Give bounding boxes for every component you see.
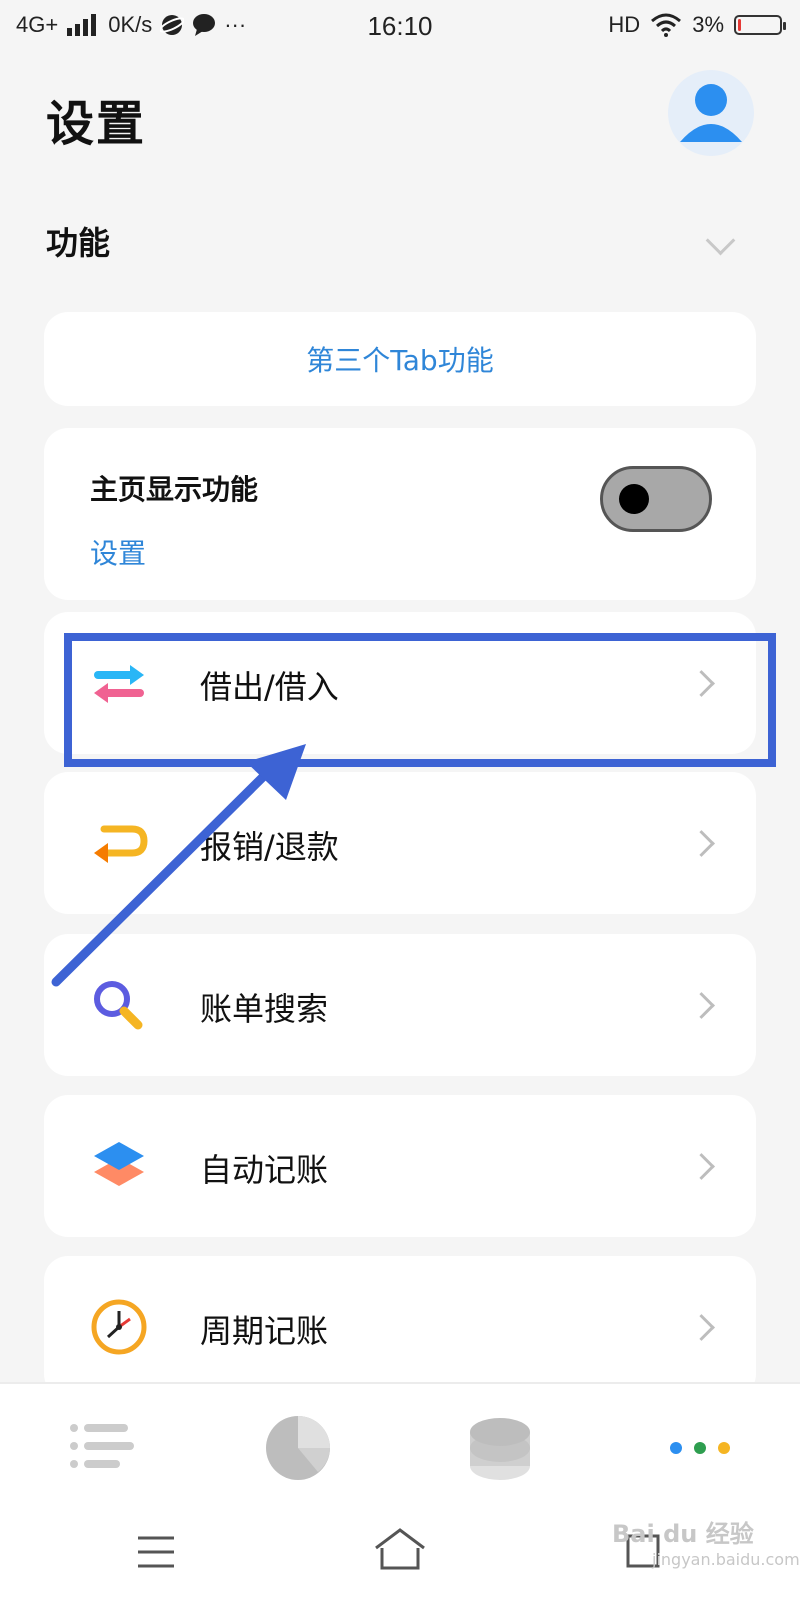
list-item-recurring-bookkeeping[interactable]: 周期记账 (44, 1256, 756, 1398)
watermark-brand: Bai du 经验 (612, 1514, 754, 1549)
chevron-right-icon (688, 1153, 715, 1180)
watermark-brand-text: Bai du (612, 1520, 698, 1548)
layers-icon (94, 1142, 144, 1186)
home-icon[interactable] (370, 1522, 430, 1582)
menu-icon[interactable] (126, 1522, 186, 1582)
list-item-label: 自动记账 (200, 1151, 329, 1189)
watermark: Bai du 经验 jingyan.baidu.com (612, 1510, 800, 1590)
watermark-url: jingyan.baidu.com (652, 1550, 800, 1569)
watermark-suffix-text: 经验 (705, 1520, 754, 1548)
nav-divider (0, 1382, 800, 1384)
chevron-right-icon (688, 1314, 715, 1341)
coins-icon[interactable] (460, 1408, 540, 1488)
clock-icon (91, 1299, 147, 1355)
annotation-arrow (51, 744, 306, 987)
list-item-auto-bookkeeping[interactable]: 自动记账 (44, 1095, 756, 1237)
pie-chart-icon[interactable] (260, 1408, 340, 1488)
list-item-label: 周期记账 (200, 1312, 329, 1350)
more-dots-icon[interactable] (660, 1408, 740, 1488)
list-icon[interactable] (60, 1408, 140, 1488)
